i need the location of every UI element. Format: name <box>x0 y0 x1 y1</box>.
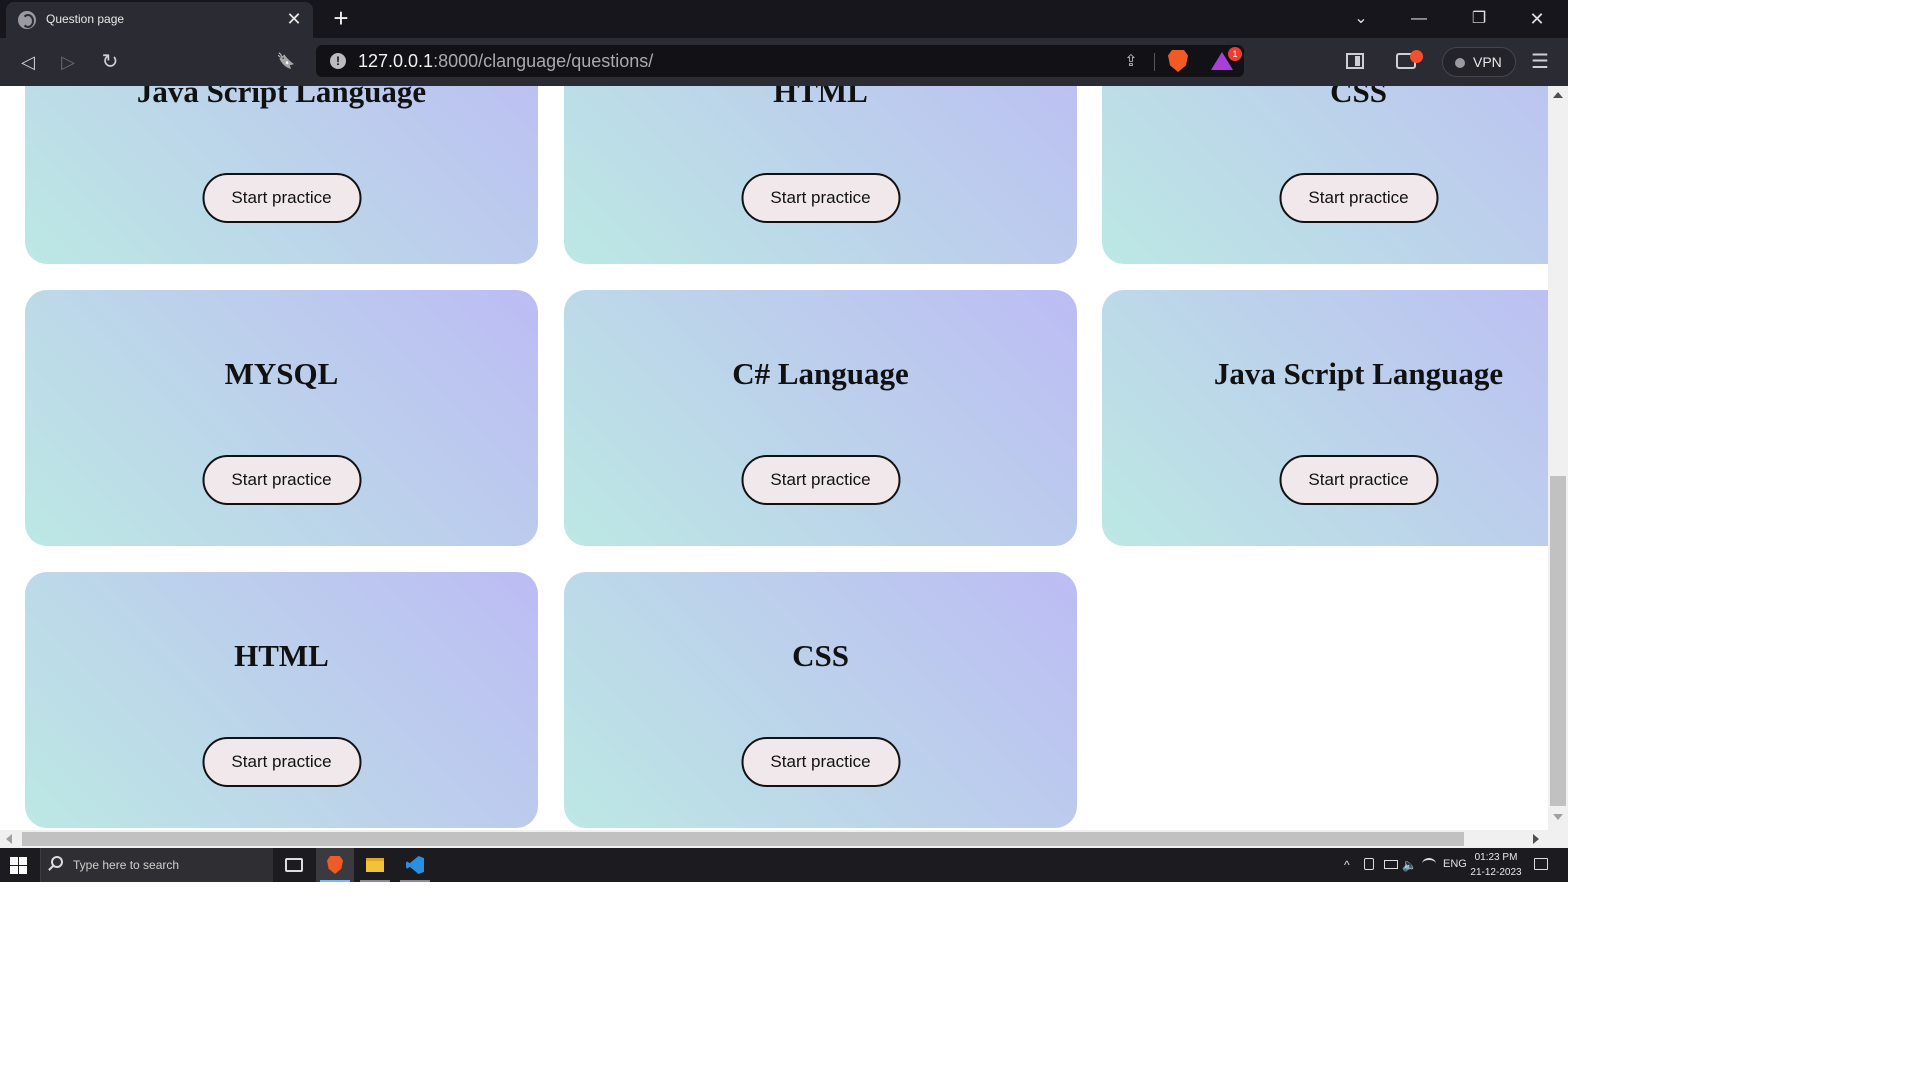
search-placeholder: Type here to search <box>73 858 180 872</box>
horizontal-scroll-thumb[interactable] <box>22 832 1464 846</box>
card-title: C# Language <box>732 356 909 391</box>
menu-icon[interactable]: ☰ <box>1530 52 1550 72</box>
brave-shields-icon[interactable] <box>1168 50 1188 72</box>
vertical-scroll-thumb[interactable] <box>1550 476 1566 806</box>
start-practice-button[interactable]: Start practice <box>741 455 900 505</box>
language-card: CSS Start practice <box>564 572 1077 828</box>
start-practice-button[interactable]: Start practice <box>741 737 900 787</box>
minimize-button[interactable]: — <box>1396 6 1442 32</box>
notification-icon[interactable] <box>1534 858 1548 870</box>
reload-button[interactable]: ↻ <box>96 48 124 76</box>
tab-title: Question page <box>46 12 125 26</box>
tab-close-button[interactable]: ✕ <box>283 8 305 30</box>
language-card: Java Script Language Start practice <box>1102 290 1548 546</box>
brave-browser-icon <box>327 856 343 874</box>
site-info-icon[interactable]: ! <box>330 53 346 69</box>
running-indicator <box>400 880 430 882</box>
start-practice-button[interactable]: Start practice <box>202 173 361 223</box>
vertical-scrollbar[interactable] <box>1548 86 1568 830</box>
card-title: Java Script Language <box>1213 356 1504 391</box>
scrollbar-corner <box>1548 830 1568 848</box>
battery-icon[interactable] <box>1384 860 1398 869</box>
language-indicator[interactable]: ENG <box>1443 858 1467 870</box>
card-title: MYSQL <box>224 356 339 391</box>
taskbar-app-file-explorer[interactable] <box>356 848 394 882</box>
wallet-badge <box>1410 50 1423 63</box>
card-title: HTML <box>773 86 868 109</box>
url-text: 127.0.0.1:8000/clanguage/questions/ <box>358 51 653 72</box>
meet-now-icon[interactable] <box>1364 858 1374 870</box>
bookmark-icon[interactable]: 🔖 <box>272 48 300 76</box>
globe-icon <box>18 11 36 29</box>
url-path: :8000/clanguage/questions/ <box>433 51 654 71</box>
clock-date[interactable]: 21-12-2023 <box>1470 867 1522 878</box>
url-host: 127.0.0.1 <box>358 51 434 71</box>
taskbar-app-brave[interactable] <box>316 848 354 882</box>
language-card: Java Script Language Start practice <box>25 86 538 264</box>
address-bar[interactable]: ! 127.0.0.1:8000/clanguage/questions/ ⇪ … <box>316 45 1244 77</box>
task-view-icon[interactable] <box>285 858 303 872</box>
start-practice-button[interactable]: Start practice <box>741 173 900 223</box>
vpn-label: VPN <box>1473 54 1502 70</box>
page-viewport: Java Script Language Start practice HTML… <box>0 86 1548 830</box>
language-card: C# Language Start practice <box>564 290 1077 546</box>
forward-button[interactable]: ▷ <box>54 48 82 76</box>
rewards-badge: 1 <box>1228 47 1242 61</box>
clock-time[interactable]: 01:23 PM <box>1470 852 1522 863</box>
taskbar-app-vscode[interactable] <box>396 848 434 882</box>
scroll-right-arrow-icon[interactable] <box>1533 834 1539 844</box>
tab-list-chevron-icon[interactable]: ⌄ <box>1338 6 1384 32</box>
search-icon <box>51 856 63 868</box>
windows-taskbar: Type here to search ^ 🔈 ENG 01:23 PM 21-… <box>0 848 1568 882</box>
taskbar-search-box[interactable]: Type here to search <box>40 848 273 882</box>
vpn-status-icon <box>1455 58 1465 68</box>
vscode-icon <box>406 856 424 874</box>
volume-icon[interactable]: 🔈 <box>1402 858 1417 872</box>
language-card: HTML Start practice <box>564 86 1077 264</box>
language-card: MYSQL Start practice <box>25 290 538 546</box>
card-title: HTML <box>234 638 329 673</box>
vpn-button[interactable]: VPN <box>1442 47 1516 77</box>
start-practice-button[interactable]: Start practice <box>1279 173 1438 223</box>
language-card: CSS Start practice <box>1102 86 1548 264</box>
scroll-left-arrow-icon[interactable] <box>6 834 12 844</box>
sidebar-toggle-icon[interactable] <box>1346 53 1364 69</box>
new-tab-button[interactable]: + <box>328 5 354 31</box>
address-divider <box>1154 53 1155 71</box>
browser-title-bar: Question page ✕ + ⌄ — ❐ ✕ <box>0 0 1568 38</box>
windows-start-icon[interactable] <box>10 857 27 874</box>
back-button[interactable]: ◁ <box>14 48 42 76</box>
scroll-up-arrow-icon[interactable] <box>1553 92 1563 98</box>
folder-icon <box>366 858 384 872</box>
active-indicator <box>320 880 350 882</box>
start-practice-button[interactable]: Start practice <box>202 737 361 787</box>
running-indicator <box>360 880 390 882</box>
card-title: CSS <box>792 638 849 673</box>
scroll-down-arrow-icon[interactable] <box>1553 814 1563 820</box>
wifi-icon[interactable] <box>1422 858 1436 870</box>
start-practice-button[interactable]: Start practice <box>202 455 361 505</box>
card-title: Java Script Language <box>136 86 427 109</box>
browser-tab[interactable]: Question page ✕ <box>6 2 313 38</box>
horizontal-scrollbar[interactable] <box>0 830 1548 848</box>
language-card: HTML Start practice <box>25 572 538 828</box>
restore-button[interactable]: ❐ <box>1456 6 1502 32</box>
card-title: CSS <box>1330 86 1387 109</box>
share-icon[interactable]: ⇪ <box>1120 51 1142 73</box>
close-window-button[interactable]: ✕ <box>1514 6 1560 32</box>
tray-overflow-chevron-icon[interactable]: ^ <box>1344 858 1350 872</box>
start-practice-button[interactable]: Start practice <box>1279 455 1438 505</box>
browser-toolbar: ◁ ▷ ↻ 🔖 ! 127.0.0.1:8000/clanguage/quest… <box>0 38 1568 86</box>
